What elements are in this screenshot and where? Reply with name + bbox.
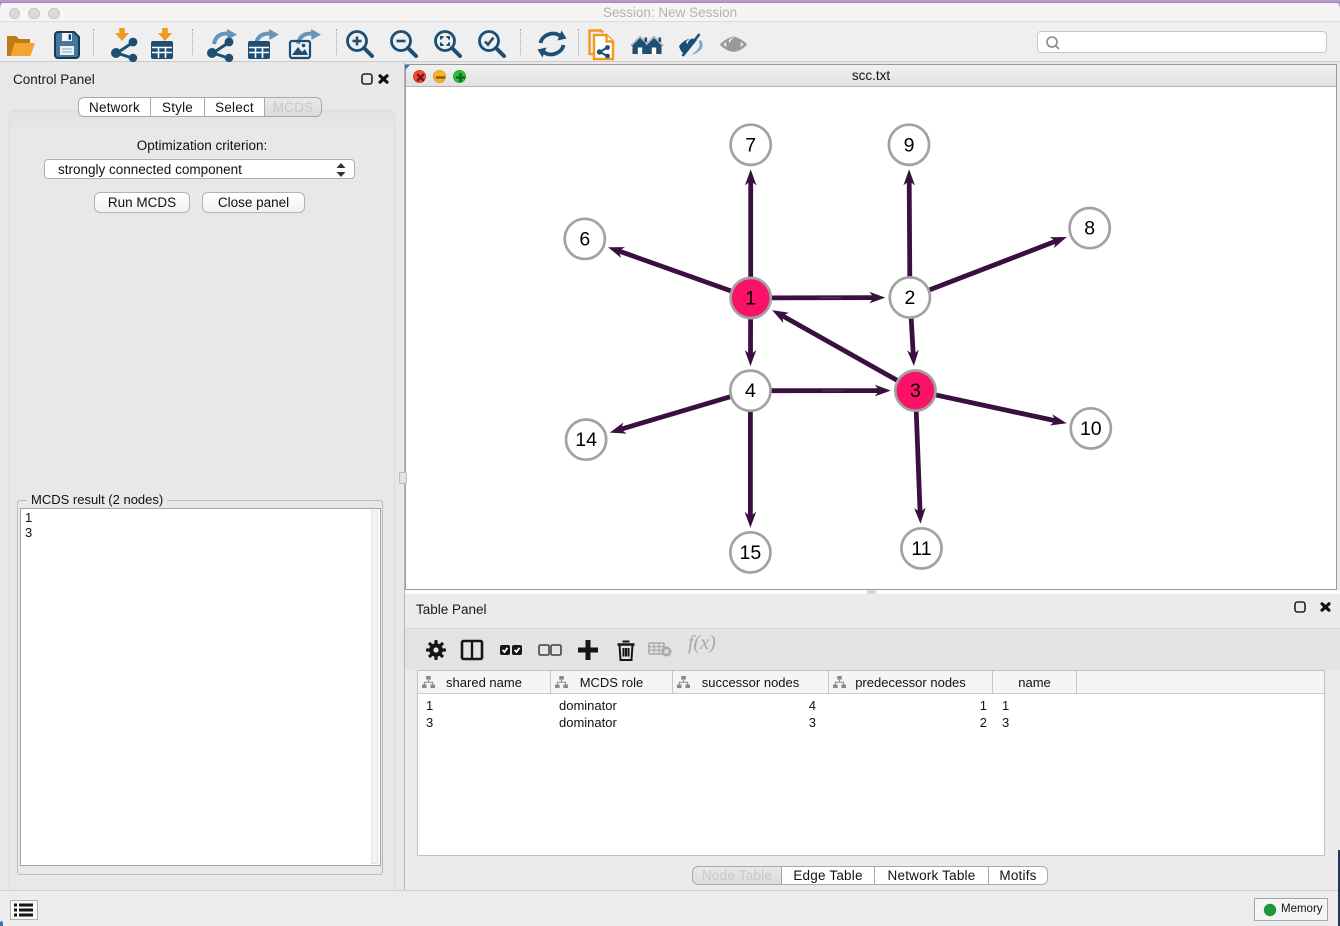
svg-text:11: 11 bbox=[911, 538, 931, 560]
svg-text:9: 9 bbox=[904, 134, 915, 156]
svg-text:7: 7 bbox=[745, 134, 756, 156]
svg-text:3: 3 bbox=[910, 380, 921, 402]
svg-text:10: 10 bbox=[1080, 418, 1102, 440]
svg-text:4: 4 bbox=[745, 380, 756, 402]
svg-text:14: 14 bbox=[575, 429, 597, 451]
svg-text:15: 15 bbox=[740, 542, 762, 564]
svg-text:1: 1 bbox=[745, 288, 756, 310]
svg-text:2: 2 bbox=[904, 287, 915, 309]
svg-text:8: 8 bbox=[1084, 218, 1095, 240]
svg-text:6: 6 bbox=[579, 228, 590, 250]
